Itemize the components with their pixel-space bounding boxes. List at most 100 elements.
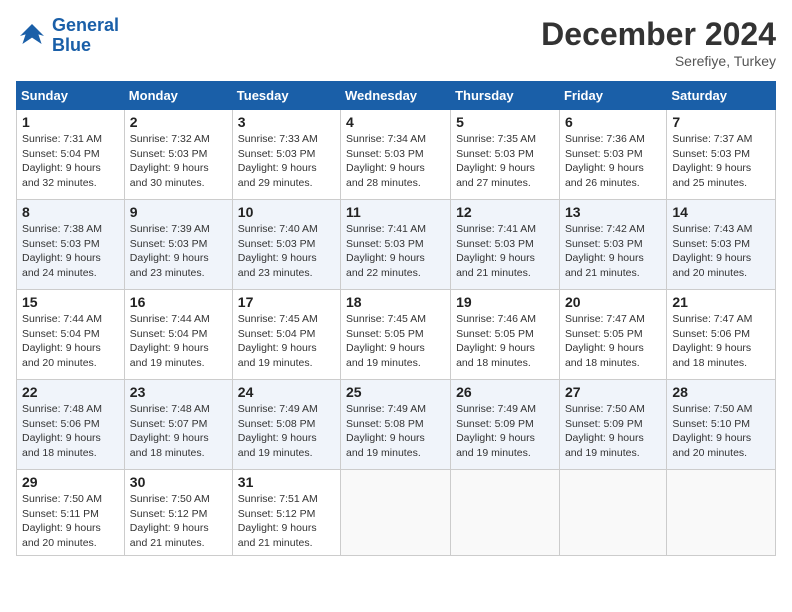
calendar-cell: 15Sunrise: 7:44 AM Sunset: 5:04 PM Dayli… xyxy=(17,290,125,380)
calendar-week-row: 22 Sunrise: 7:48 AM Sunset: 5:06 PM Dayli… xyxy=(17,380,776,470)
day-info: Sunrise: 7:31 AM Sunset: 5:04 PM Dayligh… xyxy=(22,132,119,191)
day-number: 9 xyxy=(130,204,227,220)
day-number: 23 xyxy=(130,384,227,400)
logo-text: General Blue xyxy=(52,16,119,56)
day-info: Sunrise: 7:37 AM Sunset: 5:03 PM Dayligh… xyxy=(672,132,770,191)
column-header-thursday: Thursday xyxy=(451,82,560,110)
calendar-cell: 5 Sunrise: 7:35 AM Sunset: 5:03 PM Daylig… xyxy=(451,110,560,200)
day-info: Sunrise: 7:42 AM Sunset: 5:03 PM Dayligh… xyxy=(565,222,661,281)
day-number: 25 xyxy=(346,384,445,400)
day-info: Sunrise: 7:50 AM Sunset: 5:10 PM Dayligh… xyxy=(672,402,770,461)
day-info: Sunrise: 7:41 AM Sunset: 5:03 PM Dayligh… xyxy=(456,222,554,281)
logo-line1: General xyxy=(52,15,119,35)
day-number: 12 xyxy=(456,204,554,220)
day-info: Sunrise: 7:45 AM Sunset: 5:04 PM Dayligh… xyxy=(238,312,335,371)
day-info: Sunrise: 7:48 AM Sunset: 5:07 PM Dayligh… xyxy=(130,402,227,461)
month-title: December 2024 xyxy=(541,16,776,53)
day-info: Sunrise: 7:36 AM Sunset: 5:03 PM Dayligh… xyxy=(565,132,661,191)
column-header-wednesday: Wednesday xyxy=(341,82,451,110)
calendar-cell: 2 Sunrise: 7:32 AM Sunset: 5:03 PM Daylig… xyxy=(124,110,232,200)
day-number: 5 xyxy=(456,114,554,130)
logo: General Blue xyxy=(16,16,119,56)
page-header: General Blue December 2024 Serefiye, Tur… xyxy=(16,16,776,69)
calendar-cell: 7Sunrise: 7:37 AM Sunset: 5:03 PM Daylig… xyxy=(667,110,776,200)
logo-line2: Blue xyxy=(52,35,91,55)
day-number: 27 xyxy=(565,384,661,400)
calendar-week-row: 29Sunrise: 7:50 AM Sunset: 5:11 PM Dayli… xyxy=(17,470,776,556)
calendar-cell: 25 Sunrise: 7:49 AM Sunset: 5:08 PM Dayli… xyxy=(341,380,451,470)
day-info: Sunrise: 7:40 AM Sunset: 5:03 PM Dayligh… xyxy=(238,222,335,281)
calendar-cell: 23 Sunrise: 7:48 AM Sunset: 5:07 PM Dayli… xyxy=(124,380,232,470)
day-info: Sunrise: 7:51 AM Sunset: 5:12 PM Dayligh… xyxy=(238,492,335,551)
calendar-cell: 14 Sunrise: 7:43 AM Sunset: 5:03 PM Dayli… xyxy=(667,200,776,290)
day-info: Sunrise: 7:32 AM Sunset: 5:03 PM Dayligh… xyxy=(130,132,227,191)
calendar-header-row: SundayMondayTuesdayWednesdayThursdayFrid… xyxy=(17,82,776,110)
day-info: Sunrise: 7:33 AM Sunset: 5:03 PM Dayligh… xyxy=(238,132,335,191)
day-number: 2 xyxy=(130,114,227,130)
day-info: Sunrise: 7:50 AM Sunset: 5:11 PM Dayligh… xyxy=(22,492,119,551)
day-number: 3 xyxy=(238,114,335,130)
calendar-cell: 22 Sunrise: 7:48 AM Sunset: 5:06 PM Dayli… xyxy=(17,380,125,470)
day-info: Sunrise: 7:47 AM Sunset: 5:05 PM Dayligh… xyxy=(565,312,661,371)
calendar-cell: 12 Sunrise: 7:41 AM Sunset: 5:03 PM Dayli… xyxy=(451,200,560,290)
day-number: 31 xyxy=(238,474,335,490)
calendar-cell: 9 Sunrise: 7:39 AM Sunset: 5:03 PM Daylig… xyxy=(124,200,232,290)
day-number: 21 xyxy=(672,294,770,310)
calendar-cell: 30Sunrise: 7:50 AM Sunset: 5:12 PM Dayli… xyxy=(124,470,232,556)
day-number: 11 xyxy=(346,204,445,220)
calendar-cell: 27 Sunrise: 7:50 AM Sunset: 5:09 PM Dayli… xyxy=(559,380,666,470)
day-number: 1 xyxy=(22,114,119,130)
day-info: Sunrise: 7:50 AM Sunset: 5:12 PM Dayligh… xyxy=(130,492,227,551)
calendar-cell: 18 Sunrise: 7:45 AM Sunset: 5:05 PM Dayli… xyxy=(341,290,451,380)
calendar-cell: 20 Sunrise: 7:47 AM Sunset: 5:05 PM Dayli… xyxy=(559,290,666,380)
day-info: Sunrise: 7:49 AM Sunset: 5:09 PM Dayligh… xyxy=(456,402,554,461)
calendar-cell xyxy=(559,470,666,556)
calendar-cell: 26 Sunrise: 7:49 AM Sunset: 5:09 PM Dayli… xyxy=(451,380,560,470)
day-info: Sunrise: 7:35 AM Sunset: 5:03 PM Dayligh… xyxy=(456,132,554,191)
calendar-table: SundayMondayTuesdayWednesdayThursdayFrid… xyxy=(16,81,776,556)
calendar-cell xyxy=(667,470,776,556)
calendar-cell: 21 Sunrise: 7:47 AM Sunset: 5:06 PM Dayli… xyxy=(667,290,776,380)
calendar-cell: 11 Sunrise: 7:41 AM Sunset: 5:03 PM Dayli… xyxy=(341,200,451,290)
calendar-week-row: 15 Sunrise: 7:44 AM Sunset: 5:04 PM Dayli… xyxy=(17,290,776,380)
day-info: Sunrise: 7:39 AM Sunset: 5:03 PM Dayligh… xyxy=(130,222,227,281)
calendar-cell: 6Sunrise: 7:36 AM Sunset: 5:03 PM Daylig… xyxy=(559,110,666,200)
location: Serefiye, Turkey xyxy=(541,53,776,69)
column-header-sunday: Sunday xyxy=(17,82,125,110)
calendar-cell: 13 Sunrise: 7:42 AM Sunset: 5:03 PM Dayli… xyxy=(559,200,666,290)
day-info: Sunrise: 7:45 AM Sunset: 5:05 PM Dayligh… xyxy=(346,312,445,371)
calendar-cell: 16Sunrise: 7:44 AM Sunset: 5:04 PM Dayli… xyxy=(124,290,232,380)
column-header-saturday: Saturday xyxy=(667,82,776,110)
day-info: Sunrise: 7:47 AM Sunset: 5:06 PM Dayligh… xyxy=(672,312,770,371)
day-number: 22 xyxy=(22,384,119,400)
day-number: 18 xyxy=(346,294,445,310)
calendar-cell xyxy=(451,470,560,556)
day-info: Sunrise: 7:44 AM Sunset: 5:04 PM Dayligh… xyxy=(130,312,227,371)
calendar-cell: 28Sunrise: 7:50 AM Sunset: 5:10 PM Dayli… xyxy=(667,380,776,470)
day-number: 14 xyxy=(672,204,770,220)
day-info: Sunrise: 7:50 AM Sunset: 5:09 PM Dayligh… xyxy=(565,402,661,461)
day-number: 15 xyxy=(22,294,119,310)
day-info: Sunrise: 7:49 AM Sunset: 5:08 PM Dayligh… xyxy=(238,402,335,461)
title-block: December 2024 Serefiye, Turkey xyxy=(541,16,776,69)
calendar-cell: 17 Sunrise: 7:45 AM Sunset: 5:04 PM Dayli… xyxy=(232,290,340,380)
day-number: 17 xyxy=(238,294,335,310)
day-number: 20 xyxy=(565,294,661,310)
calendar-cell: 1 Sunrise: 7:31 AM Sunset: 5:04 PM Daylig… xyxy=(17,110,125,200)
calendar-cell: 8Sunrise: 7:38 AM Sunset: 5:03 PM Daylig… xyxy=(17,200,125,290)
day-number: 26 xyxy=(456,384,554,400)
calendar-cell: 19Sunrise: 7:46 AM Sunset: 5:05 PM Dayli… xyxy=(451,290,560,380)
calendar-cell: 29Sunrise: 7:50 AM Sunset: 5:11 PM Dayli… xyxy=(17,470,125,556)
calendar-week-row: 1 Sunrise: 7:31 AM Sunset: 5:04 PM Daylig… xyxy=(17,110,776,200)
day-info: Sunrise: 7:48 AM Sunset: 5:06 PM Dayligh… xyxy=(22,402,119,461)
day-number: 13 xyxy=(565,204,661,220)
calendar-cell: 31 Sunrise: 7:51 AM Sunset: 5:12 PM Dayli… xyxy=(232,470,340,556)
day-info: Sunrise: 7:46 AM Sunset: 5:05 PM Dayligh… xyxy=(456,312,554,371)
day-info: Sunrise: 7:43 AM Sunset: 5:03 PM Dayligh… xyxy=(672,222,770,281)
calendar-cell xyxy=(341,470,451,556)
calendar-cell: 4Sunrise: 7:34 AM Sunset: 5:03 PM Daylig… xyxy=(341,110,451,200)
day-info: Sunrise: 7:49 AM Sunset: 5:08 PM Dayligh… xyxy=(346,402,445,461)
calendar-cell: 3 Sunrise: 7:33 AM Sunset: 5:03 PM Daylig… xyxy=(232,110,340,200)
column-header-tuesday: Tuesday xyxy=(232,82,340,110)
day-info: Sunrise: 7:41 AM Sunset: 5:03 PM Dayligh… xyxy=(346,222,445,281)
